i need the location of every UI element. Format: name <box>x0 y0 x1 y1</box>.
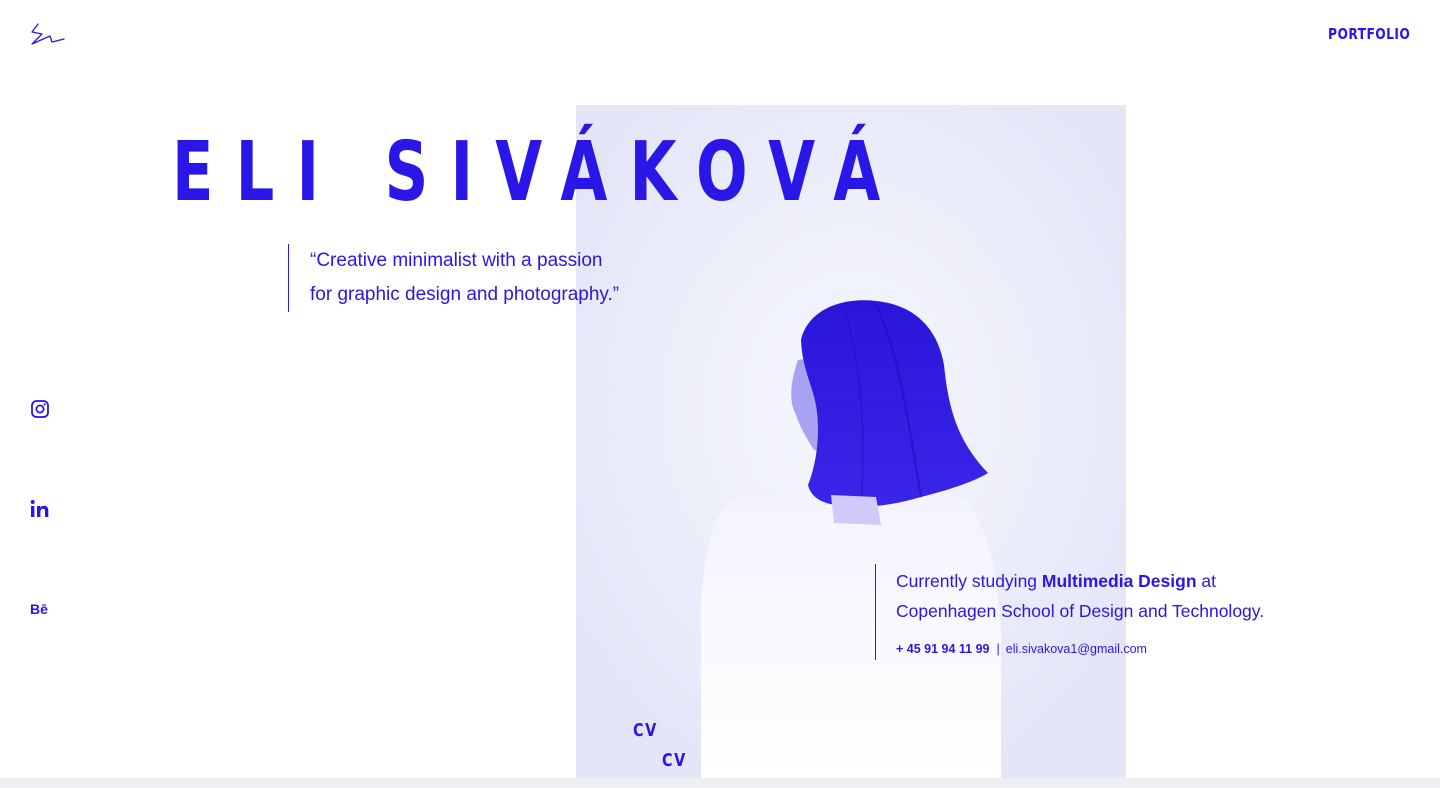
phone-link[interactable]: + 45 91 94 11 99 <box>896 642 990 656</box>
cv-link-secondary[interactable]: CV <box>662 750 687 771</box>
nav-portfolio-link[interactable]: PORTFOLIO <box>1328 25 1410 43</box>
contact-separator: | <box>996 642 1000 656</box>
behance-icon[interactable]: Bē <box>30 599 50 619</box>
study-program: Multimedia Design <box>1041 571 1197 591</box>
bottom-strip <box>0 778 1440 788</box>
email-link[interactable]: eli.sivakova1@gmail.com <box>1006 642 1147 656</box>
study-suffix: at <box>1196 571 1216 591</box>
study-prefix: Currently studying <box>896 571 1042 591</box>
cv-link[interactable]: CV <box>633 720 658 741</box>
quote-line-1: “Creative minimalist with a passion <box>310 250 603 271</box>
contact-line: + 45 91 94 11 99 | eli.sivakova1@gmail.com <box>896 642 1147 656</box>
linkedin-icon[interactable] <box>30 499 50 519</box>
quote-line-2: for graphic design and photography.” <box>310 284 620 305</box>
hero-quote: “Creative minimalist with a passion for … <box>310 244 650 312</box>
hero-name: ELI SIVÁKOVÁ <box>172 125 903 220</box>
quote-divider <box>288 244 289 312</box>
study-school: Copenhagen School of Design and Technolo… <box>896 601 1265 621</box>
info-divider <box>875 564 876 660</box>
study-info: Currently studying Multimedia Design at … <box>896 566 1316 626</box>
logo-icon[interactable] <box>28 22 68 50</box>
instagram-icon[interactable] <box>30 399 50 419</box>
